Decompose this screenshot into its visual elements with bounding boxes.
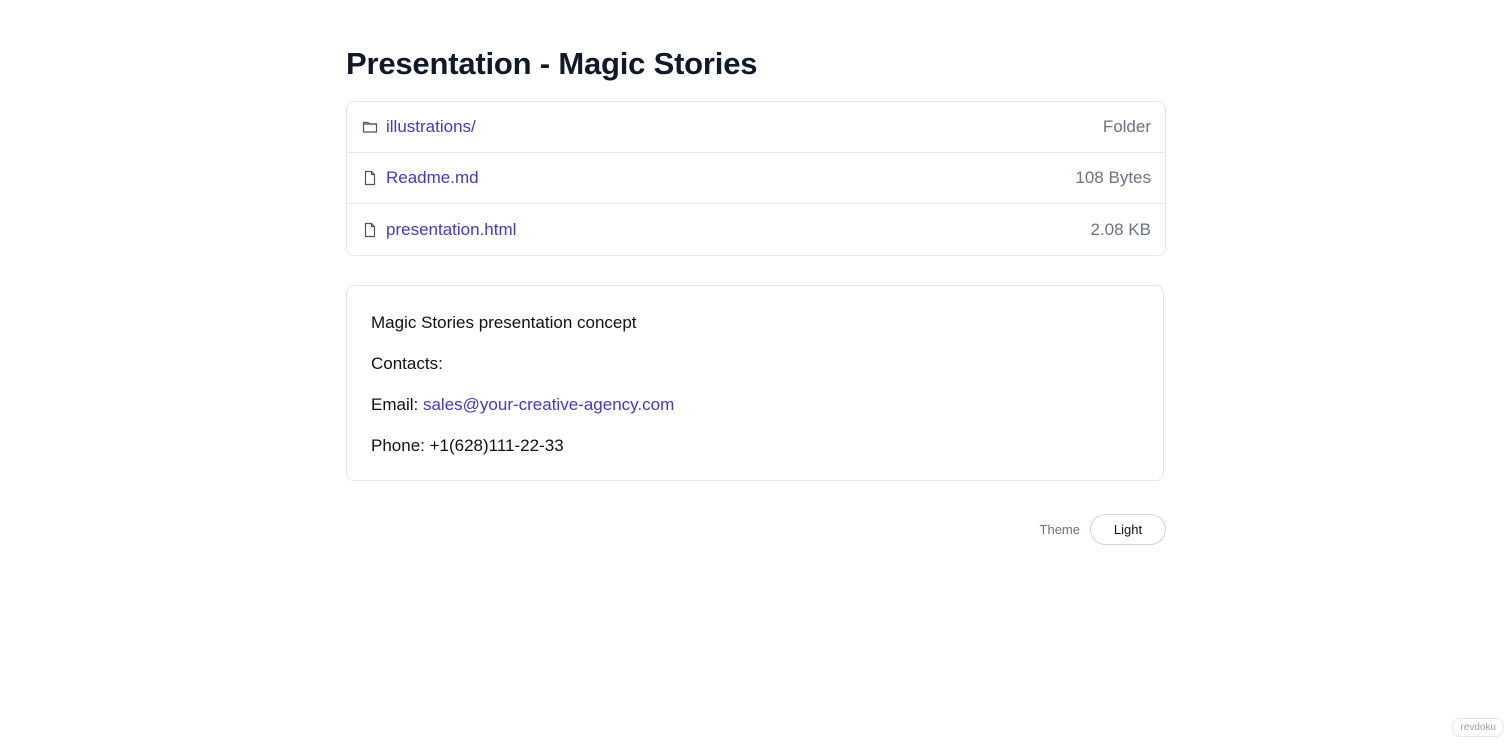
email-link[interactable]: sales@your-creative-agency.com <box>423 395 674 414</box>
readme-intro: Magic Stories presentation concept <box>371 313 637 332</box>
theme-switcher: Theme Light <box>1040 514 1166 545</box>
folder-icon <box>362 119 378 135</box>
page-title: Presentation - Magic Stories <box>346 46 758 81</box>
file-type: Folder <box>1102 117 1151 136</box>
readme-phone-line: Phone: +1(628)111-22-33 <box>371 436 564 455</box>
theme-label: Theme <box>1039 522 1080 537</box>
file-row-illustrations[interactable]: illustrations/ Folder <box>347 102 1165 153</box>
readme-contacts-label: Contacts: <box>371 354 443 373</box>
file-size: 108 Bytes <box>1075 168 1151 187</box>
file-icon <box>362 170 378 186</box>
file-size: 2.08 KB <box>1090 219 1152 239</box>
email-label: Email: <box>371 395 419 414</box>
revdoku-badge[interactable]: revdoku <box>1452 718 1504 737</box>
file-row-readme[interactable]: Readme.md 108 Bytes <box>347 153 1165 204</box>
theme-toggle-button[interactable]: Light <box>1090 514 1166 545</box>
file-list: illustrations/ Folder Readme.md 108 Byte… <box>346 101 1166 256</box>
file-link[interactable]: Readme.md <box>386 168 479 188</box>
file-row-presentation[interactable]: presentation.html 2.08 KB <box>347 204 1165 255</box>
page: Presentation - Magic Stories illustratio… <box>0 0 1512 743</box>
readme-email-line: Email: sales@your-creative-agency.com <box>371 394 1139 415</box>
file-icon <box>362 222 378 238</box>
file-link[interactable]: illustrations/ <box>386 117 476 137</box>
readme-preview: Magic Stories presentation concept Conta… <box>346 285 1164 481</box>
file-link[interactable]: presentation.html <box>386 220 516 240</box>
